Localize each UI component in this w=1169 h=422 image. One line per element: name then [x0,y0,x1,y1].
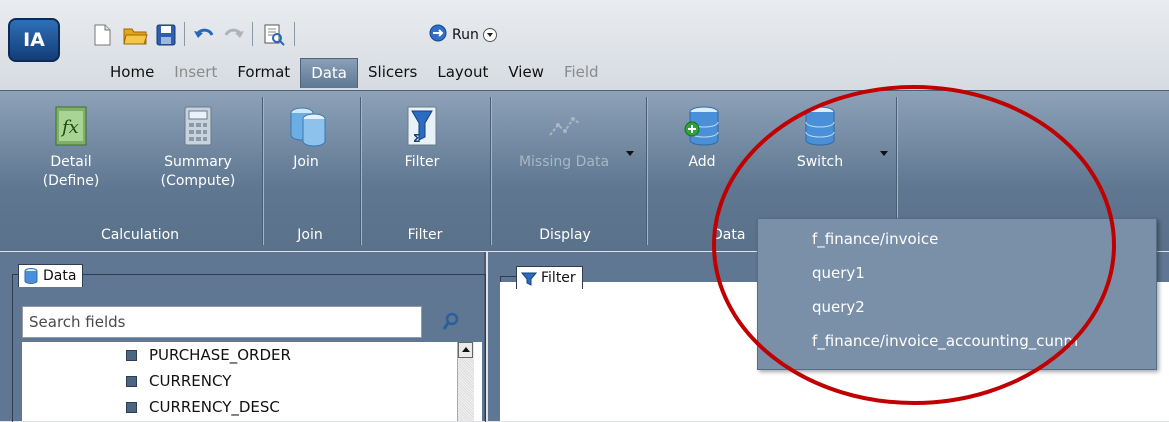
field-icon [126,350,137,361]
tab-home[interactable]: Home [100,58,164,86]
join-button[interactable]: Join [278,105,334,172]
tab-layout[interactable]: Layout [427,58,498,86]
data-pane: Data PURCHASE_ORDER CURRENCY CURRENCY_DE… [0,252,486,422]
run-icon [428,23,448,47]
new-document-icon[interactable] [92,23,112,47]
field-list-scrollbar[interactable] [457,342,474,421]
ribbon-tabs: Home Insert Format Data Slicers Layout V… [100,58,609,88]
open-folder-icon[interactable] [122,23,148,47]
filter-button[interactable]: Σ Filter [390,105,454,172]
redo-icon [222,23,246,47]
toolbar-separator [184,22,185,46]
run-label: Run [452,27,479,43]
tab-slicers[interactable]: Slicers [358,58,427,86]
group-label-display: Display [539,227,591,243]
undo-icon[interactable] [192,23,216,47]
run-dropdown-icon[interactable] [482,28,497,42]
calculator-icon [180,105,216,147]
field-icon [126,402,137,413]
group-label-filter: Filter [407,227,443,243]
detail-define-button[interactable]: fx Detail (Define) [38,105,104,191]
summary-compute-button[interactable]: Summary (Compute) [148,105,248,191]
data-pane-caption: Data [18,264,84,287]
field-icon [126,376,137,387]
ribbon-separator [360,97,361,245]
field-item[interactable]: CURRENCY_DESC [126,394,280,420]
svg-text:Σ: Σ [413,132,421,145]
ribbon-separator [262,97,263,245]
filter-pane-caption: Filter [516,266,583,289]
search-fields-input[interactable] [22,306,422,338]
field-item[interactable]: CURRENCY [126,368,231,394]
database-icon [23,268,39,291]
group-label-join: Join [297,227,323,243]
ribbon-separator [646,97,647,245]
svg-text:fx: fx [60,117,79,138]
preview-icon[interactable] [262,23,286,47]
ribbon-separator [490,97,491,245]
filter-funnel-icon: Σ [404,105,440,147]
tab-view[interactable]: View [498,58,554,86]
app-logo[interactable]: IA [8,18,60,62]
toolbar-separator [294,22,295,46]
tab-field: Field [563,63,599,81]
missing-data-dropdown-icon[interactable] [626,151,634,156]
save-icon[interactable] [155,23,177,47]
run-button[interactable]: Run [428,22,497,48]
missing-data-icon [546,105,582,147]
field-list: PURCHASE_ORDER CURRENCY CURRENCY_DESC [22,342,482,421]
tab-insert: Insert [174,63,218,81]
fx-icon: fx [53,105,89,147]
join-icon [288,105,326,147]
group-label-calculation: Calculation [100,227,180,243]
annotation-ellipse [712,85,1116,405]
missing-data-button: Missing Data [508,105,620,172]
toolbar-separator [252,22,253,46]
search-icon[interactable] [442,312,460,336]
tab-data[interactable]: Data [300,58,359,88]
field-item[interactable]: PURCHASE_ORDER [126,342,291,368]
tab-format[interactable]: Format [227,58,300,86]
filter-funnel-icon [520,271,538,293]
scroll-up-icon[interactable] [458,342,473,358]
